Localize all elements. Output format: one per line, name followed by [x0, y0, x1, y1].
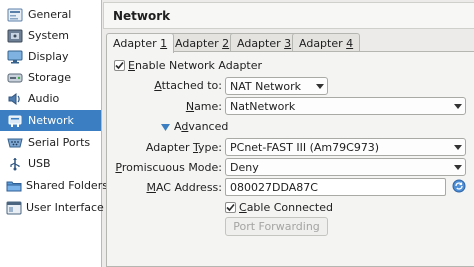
sidebar-item-audio[interactable]: Audio — [0, 88, 101, 109]
tab-label: Adapter — [113, 37, 161, 50]
sidebar-item-general[interactable]: General — [0, 4, 101, 25]
usb-icon — [6, 156, 24, 172]
chevron-down-icon — [451, 103, 465, 109]
tab-label: Adapter — [299, 36, 347, 50]
sidebar-item-label: USB — [28, 157, 51, 170]
adapter-type-label: Adapter Type: — [145, 141, 222, 154]
system-icon — [6, 28, 24, 44]
enable-adapter-label[interactable]: Enable Network Adapter — [128, 59, 262, 72]
chevron-down-icon — [451, 144, 465, 150]
sidebar-item-display[interactable]: Display — [0, 46, 101, 67]
page-title: Network — [113, 9, 171, 23]
mac-address-label: MAC Address: — [146, 181, 222, 194]
sidebar-item-label: System — [28, 29, 70, 42]
sidebar-item-shared-folders[interactable]: Shared Folders — [0, 175, 108, 196]
chevron-down-icon — [313, 83, 327, 89]
port-forwarding-button[interactable]: Port Forwarding — [225, 217, 328, 236]
port-forwarding-label: Port Forwarding — [233, 220, 320, 233]
storage-icon — [6, 70, 24, 86]
advanced-toggle[interactable]: Advanced — [161, 120, 228, 134]
tab-label-accel: 4 — [346, 36, 354, 50]
checkmark-icon — [226, 203, 235, 212]
sidebar-item-label: User Interface — [26, 201, 104, 214]
tab-label-accel: 1 — [160, 37, 168, 50]
settings-sidebar: General System Display Storage Audio Net… — [0, 0, 108, 267]
sidebar-item-label: Shared Folders — [26, 179, 108, 192]
tab-label: Adapter — [175, 36, 223, 50]
sidebar-item-label: Serial Ports — [28, 136, 91, 149]
attached-to-select[interactable]: NAT Network — [225, 77, 328, 95]
promiscuous-mode-value: Deny — [230, 160, 259, 174]
audio-icon — [6, 91, 24, 107]
chevron-down-icon — [451, 164, 465, 170]
tab-adapter-3[interactable]: Adapter 3 — [230, 33, 299, 52]
sidebar-item-usb[interactable]: USB — [0, 153, 101, 174]
general-icon — [6, 7, 24, 23]
sidebar-item-label: Storage — [28, 71, 72, 84]
tab-label-accel: 2 — [222, 36, 230, 50]
sidebar-item-label: Network — [28, 114, 74, 127]
page-header: Network — [103, 2, 474, 29]
promiscuous-mode-label: Promiscuous Mode: — [115, 161, 222, 174]
network-name-value: NatNetwork — [230, 99, 296, 113]
enable-adapter-checkbox[interactable] — [114, 60, 125, 71]
sidebar-item-label: Display — [28, 50, 69, 63]
triangle-down-icon — [161, 121, 170, 134]
sidebar-item-network[interactable]: Network — [0, 110, 101, 131]
mac-address-value: 080027DDA87C — [230, 180, 318, 194]
name-label: Name: — [185, 100, 222, 113]
attached-to-value: NAT Network — [230, 79, 302, 93]
sidebar-item-user-interface[interactable]: User Interface — [0, 197, 104, 218]
refresh-mac-icon[interactable] — [452, 179, 466, 193]
tab-adapter-1[interactable]: Adapter 1 — [106, 33, 175, 53]
tab-adapter-2[interactable]: Adapter 2 — [168, 33, 237, 52]
adapter-type-value: PCnet-FAST III (Am79C973) — [230, 140, 380, 154]
adapter-type-select[interactable]: PCnet-FAST III (Am79C973) — [225, 138, 466, 156]
sidebar-item-serial-ports[interactable]: Serial Ports — [0, 132, 101, 153]
tab-adapter-4[interactable]: Adapter 4 — [292, 33, 361, 52]
tab-label: Adapter — [237, 36, 285, 50]
user-interface-icon — [6, 200, 22, 216]
sidebar-item-label: General — [28, 8, 72, 21]
sidebar-item-storage[interactable]: Storage — [0, 67, 101, 88]
display-icon — [6, 49, 24, 65]
mac-address-input[interactable]: 080027DDA87C — [225, 178, 446, 196]
cable-connected-checkbox[interactable] — [225, 202, 236, 213]
serial-ports-icon — [6, 135, 24, 151]
network-icon — [6, 113, 24, 129]
network-name-select[interactable]: NatNetwork — [225, 97, 466, 115]
sidebar-item-system[interactable]: System — [0, 25, 101, 46]
cable-connected-label[interactable]: Cable Connected — [239, 201, 333, 214]
sidebar-item-label: Audio — [28, 92, 60, 105]
shared-folders-icon — [6, 178, 22, 194]
checkmark-icon — [115, 61, 124, 70]
attached-to-label: Attached to: — [154, 79, 222, 92]
promiscuous-mode-select[interactable]: Deny — [225, 158, 466, 176]
tab-label-accel: 3 — [284, 36, 292, 50]
